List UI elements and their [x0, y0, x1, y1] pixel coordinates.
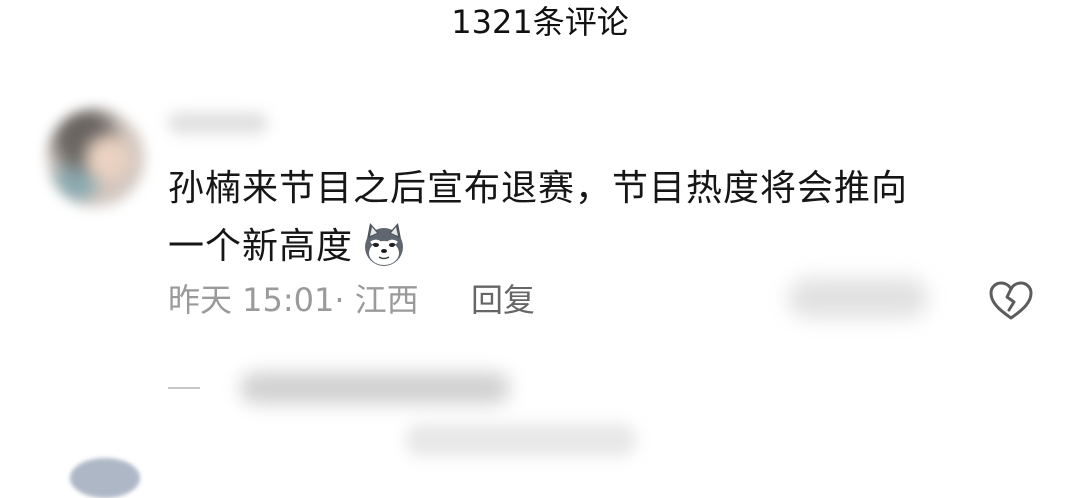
- commenter-name-redacted[interactable]: [168, 112, 268, 134]
- watermark-redacted: [406, 424, 636, 456]
- husky-emoji-icon: [359, 221, 409, 267]
- broken-heart-icon[interactable]: [988, 278, 1034, 324]
- next-commenter-avatar[interactable]: [70, 458, 140, 498]
- reply-button[interactable]: 回复: [471, 278, 535, 322]
- comment-time-location: 昨天 15:01· 江西: [168, 281, 419, 319]
- comment-text-line-1: 孙楠来节目之后宣布退赛，节目热度将会推向: [168, 168, 909, 209]
- expand-replies-redacted[interactable]: [240, 372, 510, 404]
- like-count-redacted[interactable]: [788, 278, 928, 318]
- comment-text-line-2-text: 一个新高度: [168, 226, 354, 267]
- comment-body: 孙楠来节目之后宣布退赛，节目热度将会推向 一个新高度: [168, 160, 1028, 276]
- commenter-avatar[interactable]: [46, 108, 146, 208]
- comment-text-line-2: 一个新高度: [168, 218, 1028, 276]
- comment-item: 孙楠来节目之后宣布退赛，节目热度将会推向 一个新高度 昨天 15:01· 江西: [0, 0, 1080, 498]
- expand-dash: [168, 387, 200, 389]
